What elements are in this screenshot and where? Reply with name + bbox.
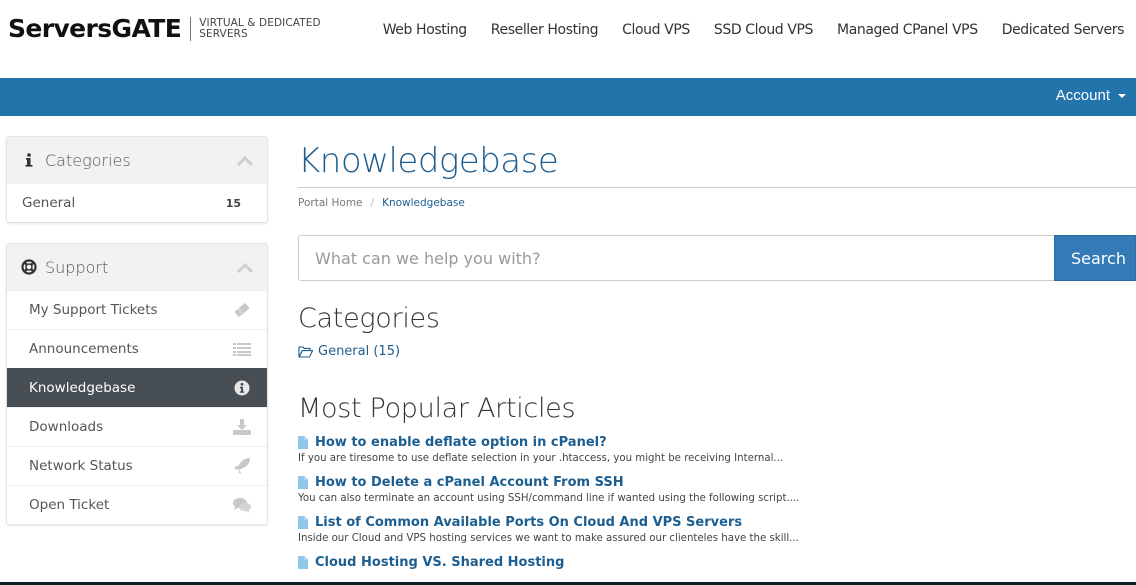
category-link-general[interactable]: General (15) (298, 344, 1136, 359)
nav-dedicated-servers[interactable]: Dedicated Servers (1002, 22, 1125, 38)
category-count-badge: 15 (225, 196, 241, 210)
file-icon (298, 475, 308, 489)
chevron-up-icon[interactable] (236, 258, 254, 277)
categories-panel-title: Categories (45, 150, 131, 170)
folder-open-icon (298, 345, 313, 358)
brand-tagline: VIRTUAL & DEDICATED SERVERS (199, 17, 320, 40)
nav-managed-cpanel-vps[interactable]: Managed CPanel VPS (837, 22, 978, 38)
brand-name: ServersGATE (8, 14, 182, 43)
support-panel-header[interactable]: Support (7, 244, 267, 290)
title-divider (298, 187, 1136, 188)
categories-panel: Categories General 15 (6, 136, 268, 223)
comments-icon (233, 497, 251, 513)
article-item: Cloud Hosting VS. Shared Hosting (298, 554, 1136, 570)
file-icon (298, 435, 308, 449)
category-label: General (22, 195, 76, 211)
article-item: How to Delete a cPanel Account From SSH … (298, 474, 1136, 504)
search-button[interactable]: Search (1054, 235, 1136, 281)
breadcrumb-current: Knowledgebase (382, 197, 465, 209)
file-icon (298, 515, 308, 529)
article-link[interactable]: How to enable deflate option in cPanel? (298, 434, 1136, 450)
info-icon (21, 153, 37, 167)
download-icon (233, 419, 251, 435)
categories-panel-header[interactable]: Categories (7, 137, 267, 183)
caret-down-icon (1118, 93, 1126, 98)
article-link[interactable]: List of Common Available Ports On Cloud … (298, 514, 1136, 530)
sidebar-item-label: Downloads (29, 419, 104, 435)
logo-divider (190, 16, 192, 41)
sidebar-item-my-support-tickets[interactable]: My Support Tickets (7, 290, 267, 329)
nav-web-hosting[interactable]: Web Hosting (383, 22, 468, 38)
sidebar: Categories General 15 Support My Support… (6, 136, 268, 545)
chevron-up-icon[interactable] (236, 151, 254, 170)
nav-reseller-hosting[interactable]: Reseller Hosting (491, 22, 599, 38)
sidebar-item-knowledgebase[interactable]: Knowledgebase (7, 368, 267, 407)
article-excerpt: Inside our Cloud and VPS hosting service… (298, 533, 799, 544)
rocket-icon (233, 458, 251, 474)
info-circle-icon (233, 380, 251, 396)
breadcrumb-portal-home[interactable]: Portal Home (298, 197, 363, 209)
brand-logo[interactable]: ServersGATE VIRTUAL & DEDICATED SERVERS (8, 14, 321, 43)
popular-articles-heading: Most Popular Articles (298, 393, 576, 424)
account-dropdown[interactable]: Account (1056, 87, 1126, 104)
top-header: ServersGATE VIRTUAL & DEDICATED SERVERS … (0, 0, 1136, 78)
sidebar-item-downloads[interactable]: Downloads (7, 407, 267, 446)
list-icon (233, 342, 251, 356)
support-panel: Support My Support Tickets Announcements… (6, 243, 268, 525)
article-item: How to enable deflate option in cPanel? … (298, 434, 1136, 464)
article-link[interactable]: Cloud Hosting VS. Shared Hosting (298, 554, 1136, 570)
kb-search-form: Search (298, 235, 1136, 281)
life-ring-icon (21, 259, 37, 275)
categories-heading: Categories (298, 303, 440, 334)
secondary-nav-bar: Account (0, 78, 1136, 116)
nav-ssd-cloud-vps[interactable]: SSD Cloud VPS (714, 22, 814, 38)
nav-cloud-vps[interactable]: Cloud VPS (622, 22, 690, 38)
sidebar-item-open-ticket[interactable]: Open Ticket (7, 485, 267, 524)
sidebar-item-network-status[interactable]: Network Status (7, 446, 267, 485)
account-label: Account (1055, 87, 1110, 104)
sidebar-item-label: Network Status (29, 458, 133, 474)
main-content: Knowledgebase Portal Home / Knowledgebase … (298, 136, 1136, 570)
main-nav: Web Hosting Reseller Hosting Cloud VPS S… (359, 22, 1136, 38)
page-title: Knowledgebase (298, 141, 559, 181)
article-title: List of Common Available Ports On Cloud … (315, 514, 743, 530)
sidebar-item-label: Open Ticket (29, 497, 110, 513)
tagline-line2: SERVERS (199, 27, 248, 40)
support-panel-title: Support (45, 257, 109, 277)
breadcrumb-separator: / (370, 197, 375, 209)
sidebar-category-general[interactable]: General 15 (7, 183, 267, 222)
article-title: How to enable deflate option in cPanel? (315, 434, 607, 450)
article-title: How to Delete a cPanel Account From SSH (315, 474, 624, 490)
sidebar-item-label: Knowledgebase (29, 380, 136, 396)
article-link[interactable]: How to Delete a cPanel Account From SSH (298, 474, 1136, 490)
file-icon (298, 555, 308, 569)
sidebar-item-label: Announcements (29, 341, 139, 357)
article-item: List of Common Available Ports On Cloud … (298, 514, 1136, 544)
sidebar-item-announcements[interactable]: Announcements (7, 329, 267, 368)
article-excerpt: If you are tiresome to use deflate selec… (298, 453, 784, 464)
kb-search-input[interactable] (298, 235, 1054, 281)
category-link-label: General (15) (318, 344, 401, 359)
ticket-icon (233, 302, 251, 318)
breadcrumb: Portal Home / Knowledgebase (298, 197, 1136, 209)
article-excerpt: You can also terminate an account using … (298, 493, 800, 504)
article-title: Cloud Hosting VS. Shared Hosting (315, 554, 565, 570)
sidebar-item-label: My Support Tickets (29, 302, 158, 318)
